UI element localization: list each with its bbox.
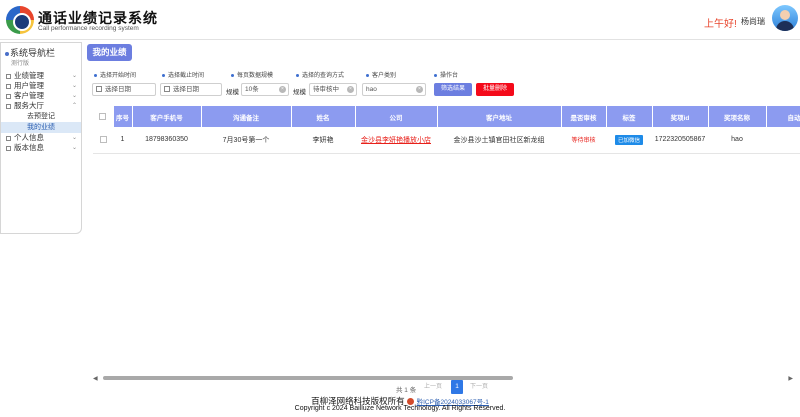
label-start-time: 选择开始时间: [94, 70, 136, 79]
end-date-input[interactable]: 选择日期: [160, 83, 222, 96]
chevron-up-icon: ⌃: [71, 103, 77, 109]
chevron-down-icon: ⌄: [71, 83, 77, 89]
column-header[interactable]: 奖项名称: [708, 106, 767, 127]
user-icon: [6, 83, 11, 89]
cell-award-id: 1722320505867: [652, 127, 708, 154]
chevron-down-icon: ⌄: [71, 145, 77, 151]
tag-badge: 已加微信: [614, 134, 643, 145]
footer-copyright: Copyright c 2024 Bailluze Network Techno…: [294, 405, 506, 412]
label-customer-type: 客户类别: [366, 70, 396, 79]
column-header[interactable]: 奖项id: [652, 106, 709, 127]
clear-icon[interactable]: ×: [279, 86, 286, 93]
checkbox-icon[interactable]: [99, 136, 107, 144]
calendar-icon: [96, 86, 102, 93]
scroll-left-icon[interactable]: ◀: [93, 375, 98, 382]
sidebar-version: 测行版: [11, 61, 30, 67]
sidebar-item-service-hall[interactable]: 服务大厅 ⌃: [1, 101, 81, 111]
column-header[interactable]: 客户地址: [437, 106, 562, 127]
app-subtitle: Call performance recording system: [38, 25, 139, 32]
mode-prefix: 规模: [293, 89, 306, 96]
query-mode-select[interactable]: 待审核中 ×: [309, 83, 357, 96]
header-select-all[interactable]: [93, 106, 114, 127]
batch-delete-button[interactable]: 批量删除: [476, 83, 514, 96]
logo-icon: [6, 6, 34, 34]
sidebar: 系统导航栏 测行版 业绩管理 ⌄ 用户管理 ⌄ 客户管理 ⌄ 服务大厅 ⌃ 去预…: [0, 42, 82, 234]
customer-icon: [6, 93, 11, 99]
keyword-input[interactable]: hao ×: [362, 83, 426, 96]
sidebar-item-profile[interactable]: 个人信息 ⌄: [1, 133, 81, 143]
status-badge: 等待审核: [571, 138, 596, 145]
column-header[interactable]: 客户手机号: [132, 106, 202, 127]
calendar-icon: [164, 86, 170, 93]
table-row[interactable]: 1 18798360350 7月30号第一个 李妍艳 金沙县李妍艳播放小店 金沙…: [93, 127, 800, 154]
sidebar-item-customers[interactable]: 客户管理 ⌄: [1, 91, 81, 101]
column-header[interactable]: 姓名: [291, 106, 356, 127]
label-end-time: 选择截止时间: [162, 70, 204, 79]
cell-remark: 7月30号第一个: [201, 127, 291, 154]
sidebar-subitem-my-performance[interactable]: 我的业绩: [1, 122, 81, 133]
sidebar-subitem-preregister[interactable]: 去预登记: [1, 111, 81, 122]
column-header[interactable]: 公司: [355, 106, 438, 127]
sidebar-item-users[interactable]: 用户管理 ⌄: [1, 81, 81, 91]
page-size-select[interactable]: 10条 ×: [241, 83, 289, 96]
label-query-mode: 选择的查询方式: [296, 70, 344, 79]
clear-icon[interactable]: ×: [416, 86, 423, 93]
row-select[interactable]: [93, 127, 113, 154]
cell-auto: [766, 127, 800, 154]
greeting-text: 上午好!: [704, 19, 737, 30]
clear-icon[interactable]: ×: [347, 86, 354, 93]
cell-address: 金沙县沙土镇官田社区新龙组: [437, 127, 561, 154]
label-page-size: 每页数据规模: [231, 70, 273, 79]
pagination-total: 共 1 条: [396, 387, 417, 394]
nav-list: 业绩管理 ⌄ 用户管理 ⌄ 客户管理 ⌄ 服务大厅 ⌃ 去预登记 我的业绩 个人…: [1, 71, 81, 153]
column-header[interactable]: 自动: [766, 106, 800, 127]
column-header[interactable]: 是否审核: [561, 106, 607, 127]
scroll-right-icon[interactable]: ▶: [788, 375, 793, 382]
checkbox-icon[interactable]: [99, 112, 107, 120]
chevron-down-icon: ⌄: [71, 135, 77, 141]
column-header[interactable]: 标签: [606, 106, 653, 127]
sidebar-item-version[interactable]: 版本信息 ⌄: [1, 143, 81, 153]
info-icon: [6, 145, 11, 151]
cell-review: 等待审核: [561, 127, 606, 154]
start-date-input[interactable]: 选择日期: [92, 83, 156, 96]
filter-button[interactable]: 筛选结果: [434, 83, 472, 96]
profile-icon: [6, 135, 11, 141]
cell-name: 李妍艳: [291, 127, 355, 154]
service-icon: [6, 103, 11, 109]
sidebar-item-performance[interactable]: 业绩管理 ⌄: [1, 71, 81, 81]
chevron-down-icon: ⌄: [71, 93, 77, 99]
next-page-button[interactable]: 下一页: [468, 380, 490, 394]
page-title: 我的业绩: [87, 44, 132, 61]
cell-index: 1: [113, 127, 132, 154]
prev-page-button[interactable]: 上一页: [422, 380, 444, 394]
column-header[interactable]: 沟通备注: [201, 106, 292, 127]
records-table: 序号 客户手机号 沟通备注 姓名 公司 客户地址 是否审核 标签 奖项id 奖项…: [93, 106, 800, 154]
cell-phone: 18798360350: [132, 127, 201, 154]
size-prefix: 规模: [226, 89, 239, 96]
folder-icon: [6, 73, 11, 79]
column-header[interactable]: 序号: [113, 106, 133, 127]
company-link[interactable]: 金沙县李妍艳播放小店: [361, 137, 431, 144]
cell-award-name: hao: [708, 127, 766, 154]
current-page-button[interactable]: 1: [451, 380, 463, 394]
label-actions: 操作台: [434, 70, 458, 79]
table-header-row: 序号 客户手机号 沟通备注 姓名 公司 客户地址 是否审核 标签 奖项id 奖项…: [93, 106, 800, 127]
app-header: 通话业绩记录系统 Call performance recording syst…: [0, 0, 800, 40]
avatar[interactable]: [772, 5, 798, 31]
user-name[interactable]: 杨尚瑞: [741, 16, 765, 27]
chevron-down-icon: ⌄: [71, 73, 77, 79]
cell-tag: 已加微信: [606, 127, 652, 154]
cell-company: 金沙县李妍艳播放小店: [355, 127, 437, 154]
nav-dot-icon: [5, 51, 9, 56]
